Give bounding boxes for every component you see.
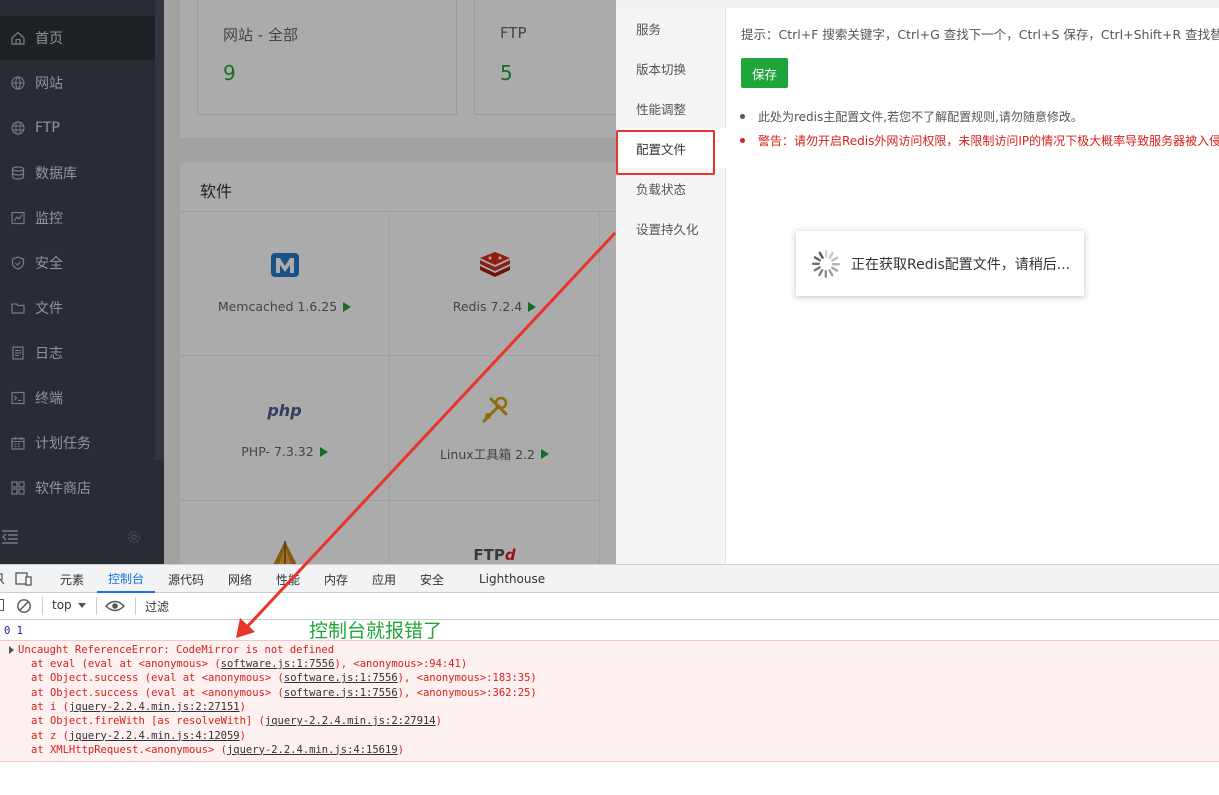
config-note: 此处为redis主配置文件,若您不了解配置规则,请勿随意修改。 (740, 108, 1083, 125)
stack-trace-text: at i ( (31, 700, 69, 713)
modal-tab-2[interactable]: 性能调整 (616, 88, 726, 128)
device-toolbar-icon[interactable] (15, 572, 33, 590)
stack-trace-text: at Object.success (eval at <anonymous> ( (31, 672, 284, 685)
config-note-text: 此处为redis主配置文件,若您不了解配置规则,请勿随意修改。 (758, 110, 1083, 124)
console-output: 0 1 Uncaught ReferenceError: CodeMirror … (0, 621, 1219, 795)
loading-spinner-icon (812, 250, 840, 278)
modal-tab-list: 服务 版本切换 性能调整 配置文件 负载状态 设置持久化 (616, 8, 726, 564)
stack-trace-line: at XMLHttpRequest.<anonymous> (jquery-2.… (31, 744, 404, 756)
annotation-highlight-box (616, 130, 715, 175)
app-window: 首页 网站 FTP 数据库 监控 安全 文件 日志 终端 计划任务 软件商店 网站 - 全部 9 F… (0, 0, 1219, 564)
stack-trace-text: ), <anonymous>:362:25) (397, 686, 537, 699)
modal-tab-5[interactable]: 设置持久化 (616, 208, 726, 248)
console-error-entry: Uncaught ReferenceError: CodeMirror is n… (0, 640, 1219, 762)
devtools-tab-bar: 元素 控制台 源代码 网络 性能 内存 应用 安全 Lighthouse (0, 565, 1219, 593)
stack-trace-line: at i (jquery-2.2.4.min.js:2:27151) (31, 701, 246, 713)
devtools-tab-0[interactable]: 元素 (60, 565, 84, 593)
stack-trace-text: ) (239, 700, 246, 713)
stack-trace-source-link[interactable]: jquery-2.2.4.min.js:2:27151 (69, 701, 240, 713)
error-title[interactable]: Uncaught ReferenceError: CodeMirror is n… (18, 644, 334, 656)
stack-trace-line: at eval (eval at <anonymous> (software.j… (31, 658, 467, 670)
chevron-down-icon[interactable] (78, 603, 86, 608)
console-filter-input[interactable]: 过滤 (145, 598, 169, 615)
shortcut-hint: 提示：Ctrl+F 搜索关键字，Ctrl+G 查找下一个，Ctrl+S 保存，C… (741, 27, 1219, 42)
modal-title-bar (616, 0, 1219, 8)
loading-text: 正在获取Redis配置文件，请稍后... (851, 257, 1071, 273)
modal-tab-0[interactable]: 服务 (616, 8, 726, 48)
devtools-tab-5[interactable]: 内存 (324, 565, 348, 593)
stack-trace-source-link[interactable]: jquery-2.2.4.min.js:4:15619 (227, 744, 398, 756)
stack-trace-text: at Object.fireWith [as resolveWith] ( (31, 715, 265, 728)
stack-trace-line: at z (jquery-2.2.4.min.js:4:12059) (31, 730, 246, 742)
config-warning-text: 警告：请勿开启Redis外网访问权限，未限制访问IP的情况下极大概率导致服务器被… (758, 134, 1219, 148)
stack-trace-line: at Object.success (eval at <anonymous> (… (31, 672, 537, 684)
devtools-tab-6[interactable]: 应用 (372, 565, 396, 593)
save-button[interactable]: 保存 (741, 58, 788, 88)
bullet-icon (740, 138, 745, 143)
stack-trace-line: at Object.success (eval at <anonymous> (… (31, 687, 537, 699)
clear-console-icon[interactable] (16, 598, 32, 618)
sidebar-toggle-icon[interactable] (0, 599, 4, 611)
console-toolbar: top 过滤 (0, 593, 1219, 620)
annotation-text: 控制台就报错了 (309, 620, 443, 642)
devtools-tab-3[interactable]: 网络 (228, 565, 252, 593)
stack-trace-source-link[interactable]: software.js:1:7556 (284, 687, 398, 699)
stack-trace-source-link[interactable]: jquery-2.2.4.min.js:2:27914 (265, 715, 436, 727)
console-log-line: 0 1 (4, 625, 23, 637)
inspect-element-icon[interactable] (0, 572, 6, 589)
stack-trace-text: at Object.success (eval at <anonymous> ( (31, 686, 284, 699)
stack-trace-text: at eval (eval at <anonymous> ( (31, 658, 221, 670)
devtools-panel: 元素 控制台 源代码 网络 性能 内存 应用 安全 Lighthouse top 过滤 0 1 … (0, 564, 1219, 794)
config-warning: 警告：请勿开启Redis外网访问权限，未限制访问IP的情况下极大概率导致服务器被… (740, 132, 1219, 149)
loading-popup: 正在获取Redis配置文件，请稍后... (796, 231, 1084, 296)
expand-triangle-icon[interactable] (9, 646, 14, 654)
context-select[interactable]: top (52, 598, 72, 612)
stack-trace-text: ) (239, 729, 246, 742)
stack-trace-text: ) (435, 715, 442, 728)
modal-tab-1[interactable]: 版本切换 (616, 48, 726, 88)
stack-trace-source-link[interactable]: software.js:1:7556 (284, 672, 398, 684)
stack-trace-text: ) (397, 743, 404, 756)
live-expression-eye-icon[interactable] (105, 598, 125, 618)
devtools-tab-2[interactable]: 源代码 (168, 565, 204, 593)
stack-trace-text: at XMLHttpRequest.<anonymous> ( (31, 743, 227, 756)
stack-trace-line: at Object.fireWith [as resolveWith] (jqu… (31, 715, 442, 727)
stack-trace-text: ), <anonymous>:94:41) (334, 658, 468, 670)
stack-trace-source-link[interactable]: jquery-2.2.4.min.js:4:12059 (69, 730, 240, 742)
stack-trace-text: at z ( (31, 729, 69, 742)
devtools-tab-1[interactable]: 控制台 (97, 565, 156, 593)
bullet-icon (740, 114, 745, 119)
devtools-tab-8[interactable]: Lighthouse (479, 565, 545, 593)
stack-trace-source-link[interactable]: software.js:1:7556 (221, 658, 335, 670)
devtools-tab-7[interactable]: 安全 (420, 565, 444, 593)
devtools-tab-4[interactable]: 性能 (276, 565, 300, 593)
stack-trace-text: ), <anonymous>:183:35) (397, 672, 537, 685)
